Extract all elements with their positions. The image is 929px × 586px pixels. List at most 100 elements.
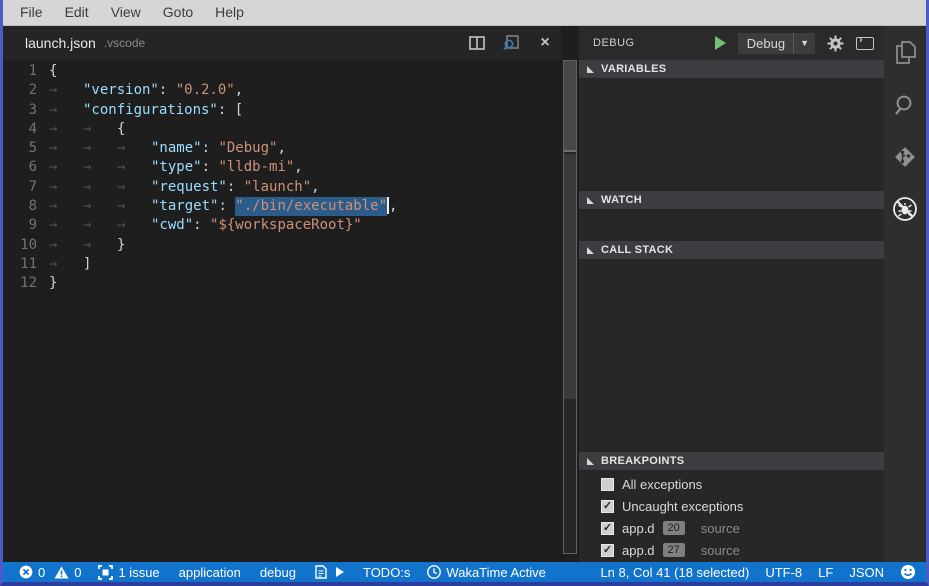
code-line-11: 11→] [3,255,561,274]
section-call-stack[interactable]: CALL STACK [579,241,884,259]
eol-indicator[interactable]: LF [818,565,833,580]
menu-edit[interactable]: Edit [54,0,100,25]
code-line-12: 12} [3,274,561,293]
code-token: "${workspaceRoot}" [210,216,362,235]
menu-file[interactable]: File [9,0,54,25]
code-token: : [193,216,210,235]
tab-whitespace-icon: → [117,197,151,216]
checkbox-unchecked-icon[interactable] [601,478,614,491]
code-token: } [49,274,57,293]
menu-goto[interactable]: Goto [152,0,204,25]
breakpoint-label: All exceptions [622,477,702,492]
todo-item[interactable]: TODO:s [363,565,410,580]
checkbox-checked-icon[interactable]: ✓ [601,500,614,513]
search-icon[interactable] [892,92,918,118]
checkbox-checked-icon[interactable]: ✓ [601,522,614,535]
code-token: "request" [151,178,227,197]
code-token: "type" [151,158,202,177]
wakatime-item[interactable]: WakaTime Active [427,565,545,580]
breakpoint-row[interactable]: ✓app.d20source [579,517,884,539]
breakpoint-row[interactable]: ✓Uncaught exceptions [579,495,884,517]
breakpoint-label: app.d [622,543,655,558]
code-line-4: 4→→{ [3,120,561,139]
code-line-5: 5→→→"name": "Debug", [3,139,561,158]
line-number: 7 [3,178,49,197]
section-breakpoints[interactable]: BREAKPOINTS [579,452,884,470]
scrollbar-shade [564,154,576,399]
tab-whitespace-icon: → [83,197,117,216]
task-file-icon[interactable] [315,565,327,579]
warning-count[interactable]: 0 [54,565,81,580]
code-token: , [311,178,319,197]
code-token: "lldb-mi" [218,158,294,177]
line-number: 3 [3,101,49,120]
code-token: "cwd" [151,216,193,235]
code-line-1: 1{ [3,62,561,81]
tab-whitespace-icon: → [117,178,151,197]
line-number: 9 [3,216,49,235]
section-watch[interactable]: WATCH [579,191,884,209]
scrollbar-track[interactable] [563,60,577,554]
code-line-2: 2→"version": "0.2.0", [3,81,561,100]
debug-icon[interactable] [892,196,918,222]
language-indicator[interactable]: JSON [849,565,884,580]
debug-status-item[interactable]: debug [260,565,296,580]
code-token: "version" [83,81,159,100]
debug-config-value: Debug [747,36,785,51]
main-area: launch.json .vscode × 1{2→"version": "0.… [3,26,926,562]
line-number: 12 [3,274,49,293]
breakpoint-label: app.d [622,521,655,536]
breakpoint-row[interactable]: All exceptions [579,473,884,495]
checkbox-checked-icon[interactable]: ✓ [601,544,614,557]
breakpoint-row[interactable]: ✓app.d27source [579,539,884,561]
activity-bar [884,26,926,562]
tab-whitespace-icon: → [83,139,117,158]
cursor-position[interactable]: Ln 8, Col 41 (18 selected) [600,565,749,580]
line-number: 5 [3,139,49,158]
tab-whitespace-icon: → [83,236,117,255]
start-debug-icon[interactable] [715,36,726,50]
chevron-down-icon: ▼ [793,33,809,54]
scrollbar-thumb[interactable] [564,61,576,152]
tab-folder-hint: .vscode [104,36,145,50]
application-item[interactable]: application [179,565,241,580]
close-icon[interactable]: × [535,33,555,53]
encoding-indicator[interactable]: UTF-8 [765,565,802,580]
tab-whitespace-icon: → [49,178,83,197]
gear-icon[interactable] [827,35,844,52]
debug-panel-title: DEBUG [593,37,635,49]
tab-whitespace-icon: → [49,216,83,235]
code-token: , [277,139,285,158]
code-token: , [235,81,243,100]
git-icon[interactable] [892,144,918,170]
tab-whitespace-icon: → [117,216,151,235]
line-number: 8 [3,197,49,216]
code-token: : [202,139,219,158]
debug-config-dropdown[interactable]: Debug ▼ [738,33,815,54]
code-editor[interactable]: 1{2→"version": "0.2.0",3→"configurations… [3,60,561,562]
code-token: "configurations" [83,101,218,120]
tab-whitespace-icon: → [49,101,83,120]
smiley-icon[interactable] [900,564,916,580]
tab-whitespace-icon: → [117,158,151,177]
split-editor-icon[interactable] [467,33,487,53]
section-label: CALL STACK [601,244,673,256]
debug-console-icon[interactable] [856,37,874,50]
code-line-7: 7→→→"request": "launch", [3,178,561,197]
code-token: } [117,236,125,255]
run-task-icon[interactable] [336,567,344,577]
section-label: BREAKPOINTS [601,455,684,467]
files-icon[interactable] [892,40,918,66]
section-variables[interactable]: VARIABLES [579,60,884,78]
code-token: ] [83,255,91,274]
issues-item[interactable]: 1 issue [98,565,159,580]
breakpoint-source-label: source [701,543,740,558]
menu-view[interactable]: View [100,0,152,25]
open-preview-icon[interactable] [501,33,521,53]
code-token: : [202,158,219,177]
error-count[interactable]: 0 [19,565,45,580]
tab-launch-json[interactable]: launch.json .vscode [3,26,155,60]
tab-whitespace-icon: → [117,139,151,158]
code-line-8: 8→→→"target": "./bin/executable", [3,197,561,216]
menu-help[interactable]: Help [204,0,255,25]
